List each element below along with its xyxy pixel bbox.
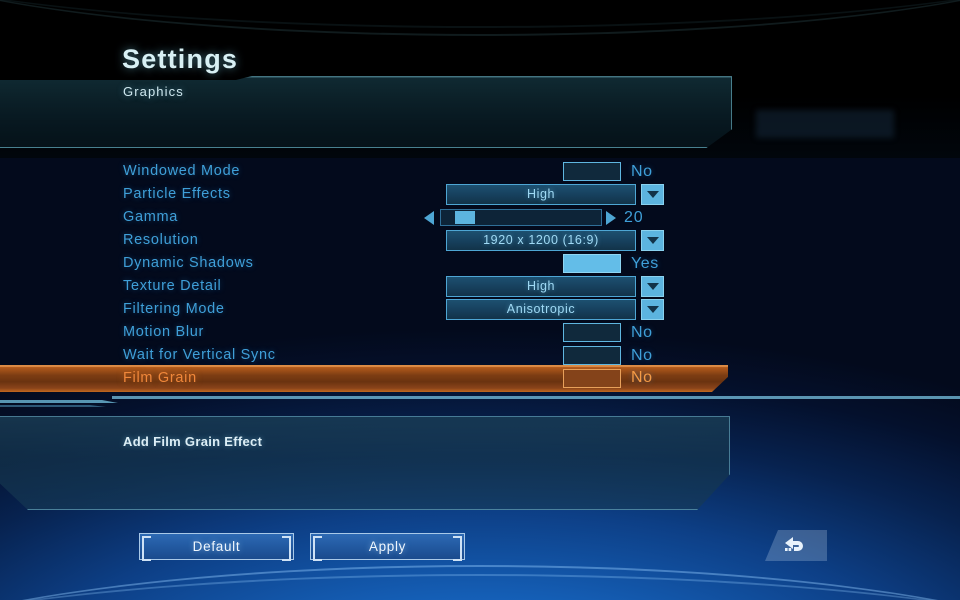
dropdown-value: High — [526, 187, 556, 201]
settings-list: Windowed Mode No Particle Effects High Gamma… — [0, 160, 960, 394]
setting-label: Film Grain — [123, 370, 197, 386]
arrow-left-icon[interactable] — [424, 211, 434, 225]
apply-button[interactable]: Apply — [310, 533, 465, 561]
dropdown-value: 1920 x 1200 (16:9) — [483, 233, 599, 247]
back-arrow-icon — [785, 537, 803, 551]
chevron-down-icon[interactable] — [641, 276, 664, 297]
background-decor-box — [756, 110, 894, 138]
description-panel — [0, 416, 730, 510]
checkbox-icon[interactable] — [563, 346, 621, 365]
description-text: Add Film Grain Effect — [123, 434, 263, 449]
settings-screen: Settings Graphics Windowed Mode No Particl… — [0, 0, 960, 600]
setting-row[interactable]: Wait for Vertical Sync No — [0, 344, 960, 367]
setting-row[interactable]: Filtering Mode Anisotropic — [0, 298, 960, 321]
setting-label: Wait for Vertical Sync — [123, 347, 276, 363]
checkbox-icon[interactable] — [563, 369, 621, 388]
separator-line-low — [0, 405, 960, 407]
chevron-down-icon[interactable] — [641, 299, 664, 320]
header-panel — [0, 76, 732, 148]
slider-control[interactable]: 20 — [424, 206, 736, 229]
dropdown-value-box[interactable]: High — [446, 276, 636, 297]
toggle-value: No — [631, 369, 653, 386]
decor-arc-bottom-1 — [0, 565, 960, 600]
toggle-value: No — [631, 163, 653, 180]
setting-label: Filtering Mode — [123, 301, 225, 317]
arrow-right-icon[interactable] — [606, 211, 616, 225]
dropdown-value-box[interactable]: Anisotropic — [446, 299, 636, 320]
setting-label: Dynamic Shadows — [123, 255, 254, 271]
dropdown-value: Anisotropic — [506, 302, 576, 316]
toggle-value: Yes — [631, 255, 659, 272]
decor-arc-bottom-2 — [0, 574, 960, 600]
header-panel-inner — [0, 77, 731, 147]
chevron-down-icon[interactable] — [641, 184, 664, 205]
dropdown-value: High — [526, 279, 556, 293]
setting-row[interactable]: Particle Effects High — [0, 183, 960, 206]
setting-row[interactable]: Film Grain No — [0, 365, 960, 394]
setting-label: Particle Effects — [123, 186, 231, 202]
slider-value: 20 — [624, 209, 644, 226]
back-button[interactable] — [765, 530, 827, 561]
setting-label: Gamma — [123, 209, 179, 225]
setting-label: Resolution — [123, 232, 199, 248]
checkbox-icon[interactable] — [563, 323, 621, 342]
setting-row[interactable]: Texture Detail High — [0, 275, 960, 298]
setting-row[interactable]: Windowed Mode No — [0, 160, 960, 183]
toggle-control[interactable]: Yes — [563, 252, 733, 275]
dropdown-control[interactable]: 1920 x 1200 (16:9) — [446, 229, 736, 252]
toggle-control[interactable]: No — [563, 321, 733, 344]
separator-line-mid — [0, 400, 960, 403]
setting-label: Windowed Mode — [123, 163, 241, 179]
setting-row[interactable]: Resolution 1920 x 1200 (16:9) — [0, 229, 960, 252]
chevron-down-icon[interactable] — [641, 230, 664, 251]
dropdown-value-box[interactable]: 1920 x 1200 (16:9) — [446, 230, 636, 251]
tab-graphics[interactable]: Graphics — [123, 84, 184, 99]
default-button-label: Default — [192, 539, 241, 554]
toggle-control[interactable]: No — [563, 160, 733, 183]
apply-button-label: Apply — [368, 539, 407, 554]
toggle-value: No — [631, 324, 653, 341]
default-button[interactable]: Default — [139, 533, 294, 561]
dropdown-control[interactable]: Anisotropic — [446, 298, 736, 321]
separator-line-top — [112, 396, 960, 399]
dropdown-control[interactable]: High — [446, 275, 736, 298]
setting-label: Motion Blur — [123, 324, 205, 340]
setting-row[interactable]: Gamma 20 — [0, 206, 960, 229]
checkbox-icon[interactable] — [563, 162, 621, 181]
dropdown-value-box[interactable]: High — [446, 184, 636, 205]
slider-handle[interactable] — [455, 211, 475, 224]
separator-step — [0, 396, 960, 414]
setting-row[interactable]: Motion Blur No — [0, 321, 960, 344]
toggle-control[interactable]: No — [563, 367, 733, 390]
checkbox-icon[interactable] — [563, 254, 621, 273]
page-title: Settings — [122, 44, 239, 74]
setting-row[interactable]: Dynamic Shadows Yes — [0, 252, 960, 275]
dropdown-control[interactable]: High — [446, 183, 736, 206]
setting-label: Texture Detail — [123, 278, 222, 294]
